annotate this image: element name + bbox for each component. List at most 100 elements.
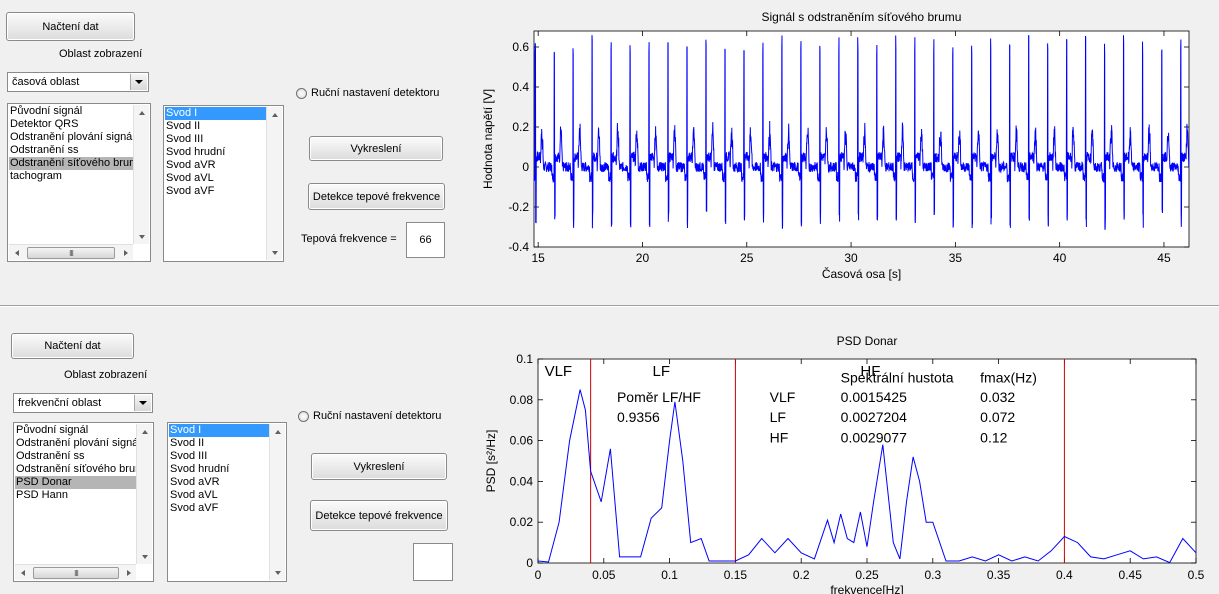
x-tick-label: 0.25	[855, 568, 879, 582]
detect-heart-rate-button[interactable]: Detekce tepové frekvence	[310, 500, 448, 531]
scroll-down-icon[interactable]	[267, 245, 282, 260]
signal-list[interactable]: Původní signál Odstranění plování signál O…	[13, 422, 154, 582]
load-data-button[interactable]: Načtení dat	[11, 333, 134, 359]
manual-detector-radio[interactable]	[298, 411, 309, 422]
y-tick-label: 0.06	[510, 434, 534, 448]
y-tick-label: 0	[526, 556, 533, 570]
signal-list-item[interactable]: Odstranění plování signálu	[9, 131, 133, 144]
horizontal-scrollbar[interactable]: III	[15, 564, 136, 580]
lead-list[interactable]: Svod I Svod II Svod III Svod hrudní Svod aVR…	[163, 105, 284, 262]
signal-list-item[interactable]: Odstranění ss	[15, 450, 136, 463]
draw-button[interactable]: Vykreslení	[309, 136, 443, 161]
scroll-up-icon[interactable]	[270, 424, 285, 439]
signal-list-item[interactable]: Detektor QRS	[9, 118, 133, 131]
heart-rate-field[interactable]: 66	[406, 222, 445, 258]
y-tick-label: 0.2	[512, 120, 529, 134]
lead-list-item[interactable]: Svod III	[169, 450, 269, 463]
lead-list-item[interactable]: Svod hrudní	[165, 146, 266, 159]
x-tick-label: 45	[1157, 251, 1171, 265]
scroll-down-icon[interactable]	[134, 229, 149, 244]
load-data-button[interactable]: Načtení dat	[6, 12, 135, 41]
lead-list-item[interactable]: Svod I	[169, 424, 269, 437]
x-tick-label: 35	[949, 251, 963, 265]
x-tick-label: 0.05	[592, 568, 616, 582]
scroll-up-icon[interactable]	[267, 107, 282, 122]
y-tick-label: 0.4	[512, 80, 529, 94]
area-select[interactable]: časová oblast	[7, 72, 149, 92]
chevron-down-icon[interactable]	[134, 395, 151, 411]
heart-rate-field[interactable]	[413, 543, 453, 581]
signal-list[interactable]: Původní signál Detektor QRS Odstranění plo…	[7, 103, 151, 262]
scroll-left-icon[interactable]	[15, 565, 30, 580]
x-tick-label: 0.5	[1188, 568, 1205, 582]
x-tick-label: 25	[740, 251, 754, 265]
lead-list-item[interactable]: Svod aVF	[165, 185, 266, 198]
lead-list-item[interactable]: Svod II	[165, 120, 266, 133]
lead-list-item[interactable]: Svod II	[169, 437, 269, 450]
lead-list[interactable]: Svod I Svod II Svod III Svod hrudní Svod aVR…	[167, 422, 287, 582]
signal-list-item[interactable]: Odstranění síťového brum	[15, 463, 136, 476]
lead-list-item[interactable]: Svod I	[165, 107, 266, 120]
table-psd-value: 0.0015425	[841, 389, 907, 405]
signal-list-item[interactable]: Odstranění ss	[9, 144, 133, 157]
manual-detector-label: Ruční nastavení detektoru	[311, 87, 440, 99]
plot-area	[533, 30, 1190, 248]
signal-list-item[interactable]: Původní signál	[9, 105, 133, 118]
scroll-thumb[interactable]: III	[33, 567, 119, 579]
area-label: Oblast zobrazení	[64, 369, 148, 381]
detect-heart-rate-button[interactable]: Detekce tepové frekvence	[308, 183, 445, 210]
x-tick-label: 0.2	[793, 568, 810, 582]
vertical-scrollbar[interactable]	[266, 107, 282, 260]
manual-detector-radio[interactable]	[296, 88, 307, 99]
ratio-value: 0.9356	[617, 409, 660, 425]
area-select[interactable]: frekvenční oblast	[13, 393, 153, 413]
signal-list-item[interactable]: Původní signál	[15, 424, 136, 437]
area-select-value: frekvenční oblast	[18, 397, 102, 409]
lead-list-item[interactable]: Svod aVL	[169, 489, 269, 502]
table-psd-value: 0.0029077	[841, 430, 907, 446]
vertical-scrollbar[interactable]	[133, 105, 149, 244]
x-tick-label: 15	[531, 251, 545, 265]
scroll-down-icon[interactable]	[137, 549, 152, 564]
lead-list-item[interactable]: Svod hrudní	[169, 463, 269, 476]
scroll-thumb[interactable]: III	[27, 247, 115, 259]
y-tick-label: 0	[522, 160, 529, 174]
ratio-label: Poměr LF/HF	[617, 389, 701, 405]
lead-list-item[interactable]: Svod III	[165, 133, 266, 146]
scroll-left-icon[interactable]	[9, 245, 24, 260]
signal-list-item[interactable]: tachogram	[9, 170, 133, 183]
table-band: HF	[770, 430, 789, 446]
scroll-up-icon[interactable]	[134, 105, 149, 120]
x-tick-label: 0.4	[1056, 568, 1073, 582]
lead-list-item[interactable]: Svod aVL	[165, 172, 266, 185]
x-axis-label: Časová osa [s]	[822, 266, 901, 281]
manual-detector-label: Ruční nastavení detektoru	[313, 410, 442, 422]
scroll-down-icon[interactable]	[270, 565, 285, 580]
vertical-scrollbar[interactable]	[269, 424, 285, 580]
y-tick-label: 0.6	[512, 40, 529, 54]
table-psd-value: 0.0027204	[841, 409, 907, 425]
signal-list-item[interactable]: PSD Hann	[15, 489, 136, 502]
heart-rate-label: Tepová frekvence =	[301, 233, 397, 245]
y-axis-label: Hodnota napětí [V]	[481, 89, 495, 189]
lead-list-item[interactable]: Svod aVF	[169, 502, 269, 515]
lead-list-item[interactable]: Svod aVR	[169, 476, 269, 489]
scroll-up-icon[interactable]	[137, 424, 152, 439]
horizontal-scrollbar[interactable]: III	[9, 244, 133, 260]
lead-list-item[interactable]: Svod aVR	[165, 159, 266, 172]
scroll-right-icon[interactable]	[118, 245, 133, 260]
ecg-signal-chart: Signál s odstraněním síťového brumu 15 20 2…	[481, 10, 1190, 281]
y-tick-label: -0.2	[508, 200, 529, 214]
draw-button[interactable]: Vykreslení	[311, 453, 447, 480]
band-label: VLF	[545, 363, 573, 380]
y-tick-label: 0.08	[510, 393, 534, 407]
signal-list-item[interactable]: PSD Donar	[15, 476, 136, 489]
signal-list-item[interactable]: Odstranění plování signál	[15, 437, 136, 450]
table-band: VLF	[770, 389, 796, 405]
chart-title: PSD Donar	[837, 334, 898, 348]
y-tick-label: 0.1	[516, 352, 533, 366]
signal-list-item[interactable]: Odstranění síťového brum	[9, 157, 133, 170]
vertical-scrollbar[interactable]	[136, 424, 152, 564]
scroll-right-icon[interactable]	[121, 565, 136, 580]
chevron-down-icon[interactable]	[130, 74, 147, 90]
